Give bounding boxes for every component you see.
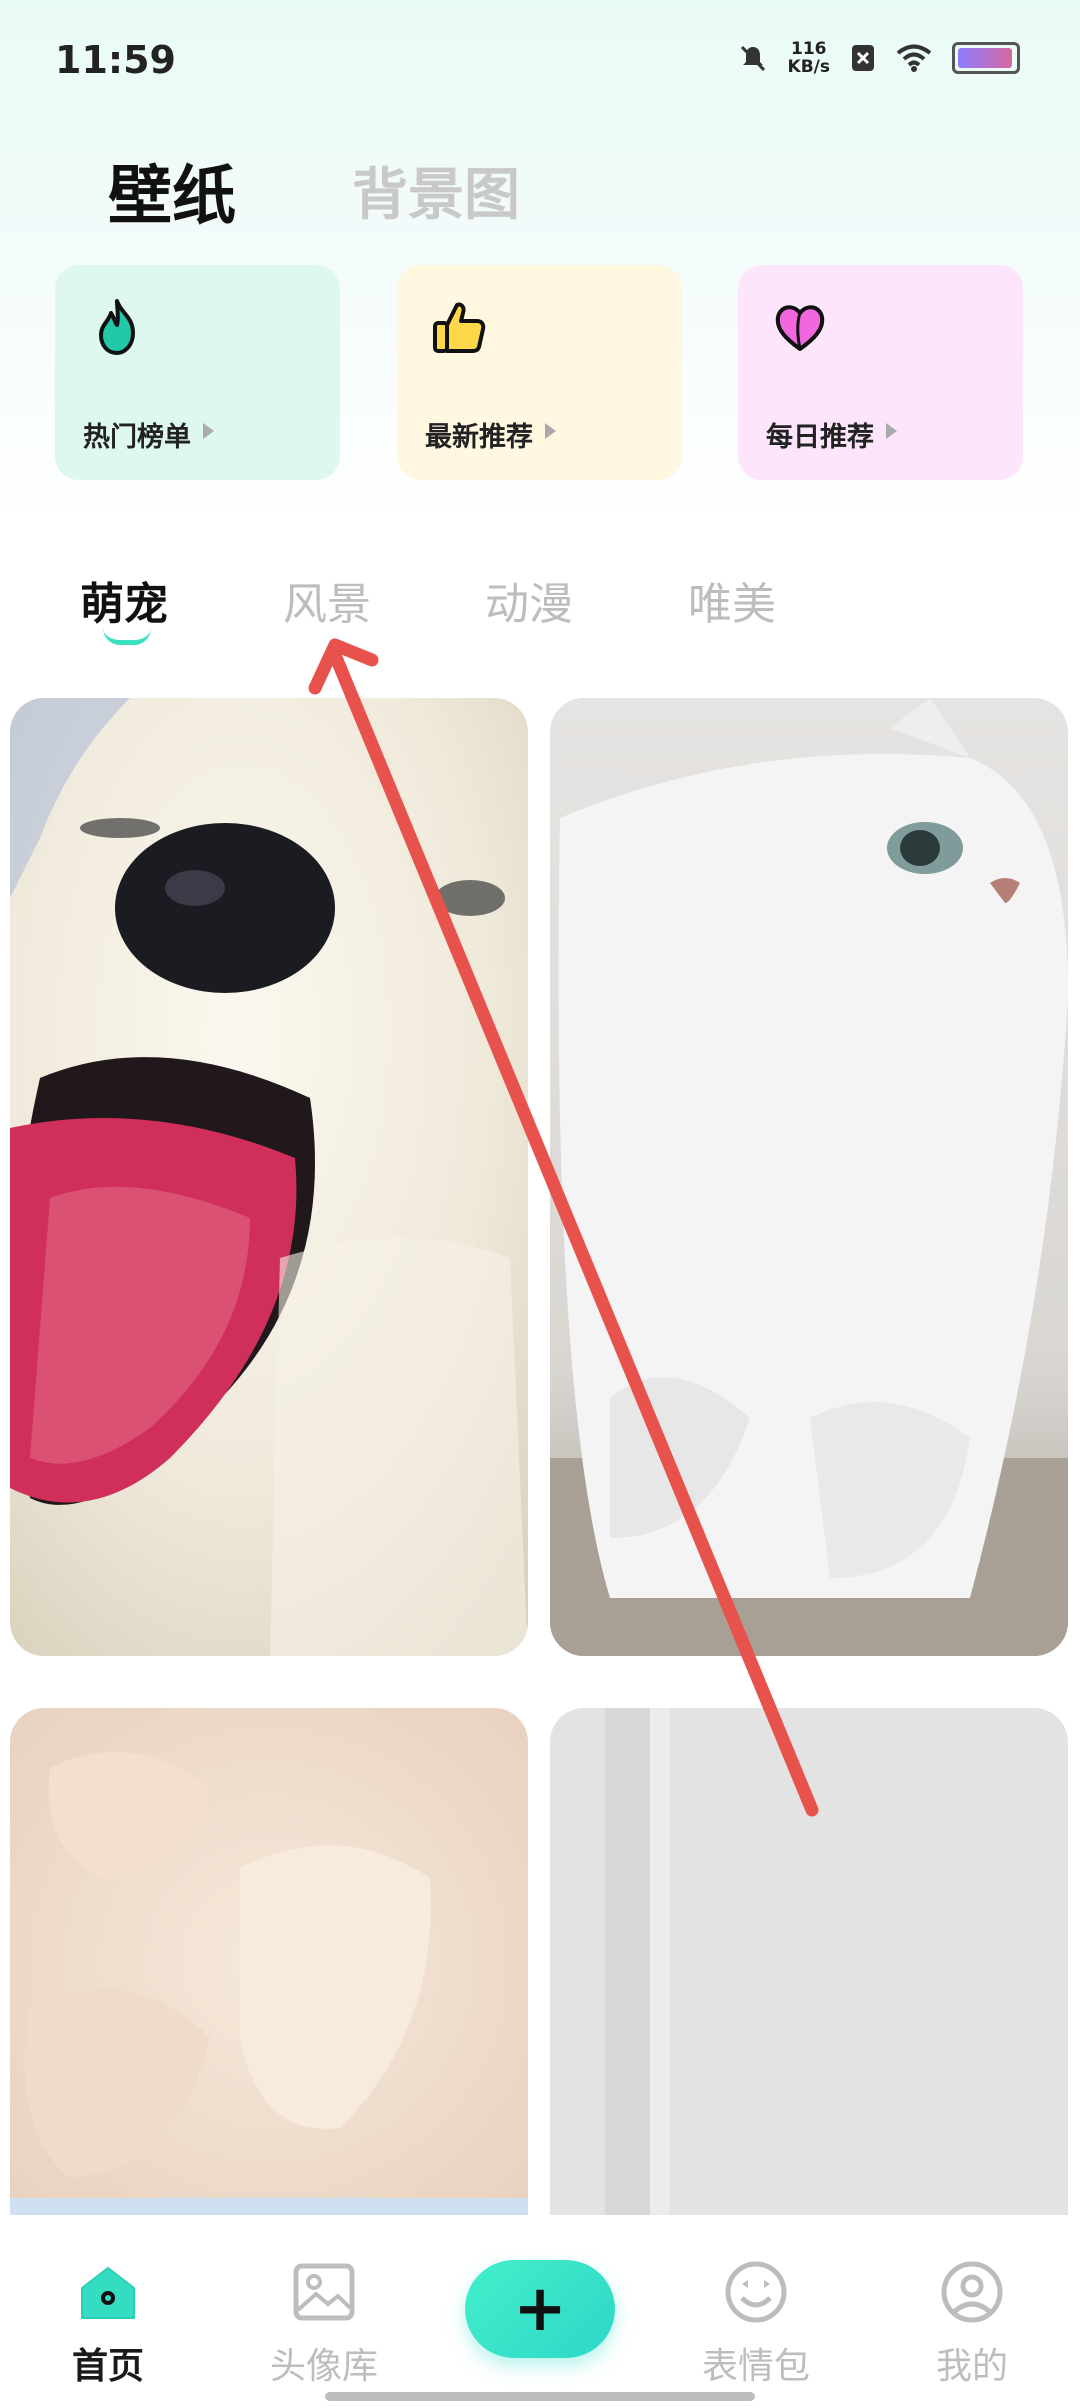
nav-me[interactable]: 我的 xyxy=(892,2215,1052,2408)
status-time: 11:59 xyxy=(55,38,176,82)
nav-home-label: 首页 xyxy=(71,2346,144,2387)
network-speed-value: 116 xyxy=(791,39,827,59)
wifi-icon xyxy=(896,44,932,72)
card-latest[interactable]: 最新推荐 xyxy=(397,265,682,480)
card-hot-list-label: 热门榜单 xyxy=(83,422,191,453)
tab-wallpaper[interactable]: 壁纸 xyxy=(108,145,236,237)
card-latest-label: 最新推荐 xyxy=(425,422,533,453)
thumbs-up-icon xyxy=(433,302,486,353)
nav-stickers-label: 表情包 xyxy=(701,2346,810,2387)
profile-icon xyxy=(941,2261,1003,2323)
network-speed-unit: KB/s xyxy=(787,57,830,77)
fluffy-pet-image xyxy=(10,1708,528,2215)
chevron-right-icon xyxy=(203,423,214,439)
tab-background[interactable]: 背景图 xyxy=(352,150,520,231)
image-icon xyxy=(293,2263,355,2321)
wallpaper-tile-cat[interactable] xyxy=(550,698,1068,1656)
smile-icon xyxy=(725,2261,787,2323)
chevron-right-icon xyxy=(886,423,897,439)
wallpaper-tile-blank[interactable] xyxy=(550,1708,1068,2215)
nav-me-label: 我的 xyxy=(935,2346,1008,2387)
nav-home[interactable]: 首页 xyxy=(28,2215,188,2408)
wallpaper-tile-dog[interactable] xyxy=(10,698,528,1656)
sim-x-icon xyxy=(852,45,874,71)
home-icon xyxy=(81,2267,135,2319)
active-tab-indicator xyxy=(103,628,151,645)
plus-icon: + xyxy=(513,2272,567,2346)
category-tab-anime[interactable]: 动漫 xyxy=(485,568,573,632)
category-tab-scenery[interactable]: 风景 xyxy=(283,568,371,632)
light-gray-image xyxy=(550,1708,1068,2215)
card-daily[interactable]: 每日推荐 xyxy=(738,265,1023,480)
mute-icon xyxy=(740,45,765,72)
status-icons: 116 KB/s xyxy=(738,40,1020,76)
card-hot-list[interactable]: 热门榜单 xyxy=(55,265,340,480)
nav-avatar-library[interactable]: 头像库 xyxy=(244,2215,404,2408)
category-tab-pets[interactable]: 萌宠 xyxy=(80,568,168,632)
nav-avatar-library-label: 头像库 xyxy=(269,2346,378,2387)
network-speed: 116 KB/s xyxy=(788,40,830,76)
chevron-right-icon xyxy=(545,423,556,439)
battery-icon xyxy=(952,42,1020,74)
dog-image xyxy=(10,698,528,1656)
card-daily-label: 每日推荐 xyxy=(766,422,874,453)
nav-stickers[interactable]: 表情包 xyxy=(676,2215,836,2408)
category-tab-aesthetic[interactable]: 唯美 xyxy=(688,568,776,632)
heart-icon xyxy=(775,305,825,351)
flame-icon xyxy=(99,299,135,355)
add-button[interactable]: + xyxy=(465,2260,615,2358)
home-indicator[interactable] xyxy=(325,2392,755,2401)
wallpaper-tile-fluffy[interactable] xyxy=(10,1708,528,2215)
cat-image xyxy=(550,698,1068,1656)
